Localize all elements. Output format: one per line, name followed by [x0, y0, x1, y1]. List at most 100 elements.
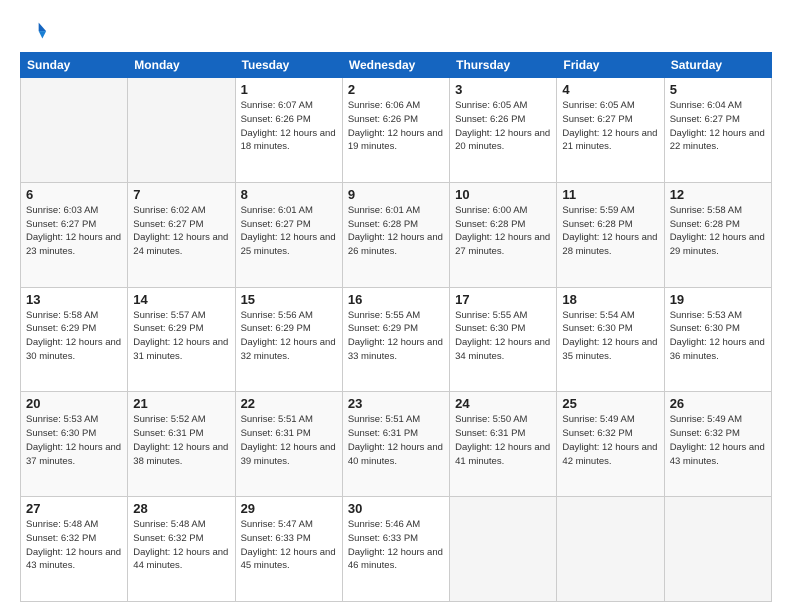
day-number: 1: [241, 82, 337, 97]
day-number: 11: [562, 187, 658, 202]
day-info: Sunrise: 5:48 AMSunset: 6:32 PMDaylight:…: [133, 518, 229, 573]
day-number: 23: [348, 396, 444, 411]
calendar-cell: 25 Sunrise: 5:49 AMSunset: 6:32 PMDaylig…: [557, 392, 664, 497]
calendar-cell: 9 Sunrise: 6:01 AMSunset: 6:28 PMDayligh…: [342, 182, 449, 287]
day-info: Sunrise: 5:52 AMSunset: 6:31 PMDaylight:…: [133, 413, 229, 468]
logo: [20, 18, 52, 46]
page: SundayMondayTuesdayWednesdayThursdayFrid…: [0, 0, 792, 612]
calendar-cell: 12 Sunrise: 5:58 AMSunset: 6:28 PMDaylig…: [664, 182, 771, 287]
day-header-tuesday: Tuesday: [235, 53, 342, 78]
calendar-cell: 2 Sunrise: 6:06 AMSunset: 6:26 PMDayligh…: [342, 78, 449, 183]
day-number: 17: [455, 292, 551, 307]
day-info: Sunrise: 5:56 AMSunset: 6:29 PMDaylight:…: [241, 309, 337, 364]
calendar-cell: 23 Sunrise: 5:51 AMSunset: 6:31 PMDaylig…: [342, 392, 449, 497]
calendar-cell: 22 Sunrise: 5:51 AMSunset: 6:31 PMDaylig…: [235, 392, 342, 497]
calendar-cell: [128, 78, 235, 183]
calendar-cell: [21, 78, 128, 183]
calendar-cell: 11 Sunrise: 5:59 AMSunset: 6:28 PMDaylig…: [557, 182, 664, 287]
day-number: 14: [133, 292, 229, 307]
calendar-cell: 18 Sunrise: 5:54 AMSunset: 6:30 PMDaylig…: [557, 287, 664, 392]
day-info: Sunrise: 5:51 AMSunset: 6:31 PMDaylight:…: [241, 413, 337, 468]
day-info: Sunrise: 5:57 AMSunset: 6:29 PMDaylight:…: [133, 309, 229, 364]
day-info: Sunrise: 6:01 AMSunset: 6:27 PMDaylight:…: [241, 204, 337, 259]
calendar-cell: 24 Sunrise: 5:50 AMSunset: 6:31 PMDaylig…: [450, 392, 557, 497]
calendar-cell: 21 Sunrise: 5:52 AMSunset: 6:31 PMDaylig…: [128, 392, 235, 497]
day-number: 22: [241, 396, 337, 411]
calendar-cell: 30 Sunrise: 5:46 AMSunset: 6:33 PMDaylig…: [342, 497, 449, 602]
day-number: 13: [26, 292, 122, 307]
day-info: Sunrise: 5:59 AMSunset: 6:28 PMDaylight:…: [562, 204, 658, 259]
day-info: Sunrise: 6:04 AMSunset: 6:27 PMDaylight:…: [670, 99, 766, 154]
day-header-wednesday: Wednesday: [342, 53, 449, 78]
day-number: 27: [26, 501, 122, 516]
day-number: 12: [670, 187, 766, 202]
calendar-cell: [664, 497, 771, 602]
day-number: 7: [133, 187, 229, 202]
day-info: Sunrise: 5:48 AMSunset: 6:32 PMDaylight:…: [26, 518, 122, 573]
day-header-thursday: Thursday: [450, 53, 557, 78]
calendar-table: SundayMondayTuesdayWednesdayThursdayFrid…: [20, 52, 772, 602]
day-info: Sunrise: 6:01 AMSunset: 6:28 PMDaylight:…: [348, 204, 444, 259]
calendar-cell: 3 Sunrise: 6:05 AMSunset: 6:26 PMDayligh…: [450, 78, 557, 183]
day-number: 8: [241, 187, 337, 202]
day-number: 29: [241, 501, 337, 516]
calendar-cell: 5 Sunrise: 6:04 AMSunset: 6:27 PMDayligh…: [664, 78, 771, 183]
day-number: 9: [348, 187, 444, 202]
day-info: Sunrise: 6:02 AMSunset: 6:27 PMDaylight:…: [133, 204, 229, 259]
calendar-cell: 14 Sunrise: 5:57 AMSunset: 6:29 PMDaylig…: [128, 287, 235, 392]
day-number: 4: [562, 82, 658, 97]
calendar-cell: 28 Sunrise: 5:48 AMSunset: 6:32 PMDaylig…: [128, 497, 235, 602]
day-header-sunday: Sunday: [21, 53, 128, 78]
calendar-cell: 7 Sunrise: 6:02 AMSunset: 6:27 PMDayligh…: [128, 182, 235, 287]
day-info: Sunrise: 5:49 AMSunset: 6:32 PMDaylight:…: [670, 413, 766, 468]
calendar-cell: 1 Sunrise: 6:07 AMSunset: 6:26 PMDayligh…: [235, 78, 342, 183]
calendar-cell: 17 Sunrise: 5:55 AMSunset: 6:30 PMDaylig…: [450, 287, 557, 392]
day-info: Sunrise: 5:50 AMSunset: 6:31 PMDaylight:…: [455, 413, 551, 468]
day-info: Sunrise: 5:51 AMSunset: 6:31 PMDaylight:…: [348, 413, 444, 468]
day-number: 30: [348, 501, 444, 516]
day-header-friday: Friday: [557, 53, 664, 78]
calendar-cell: 8 Sunrise: 6:01 AMSunset: 6:27 PMDayligh…: [235, 182, 342, 287]
day-header-monday: Monday: [128, 53, 235, 78]
day-info: Sunrise: 6:03 AMSunset: 6:27 PMDaylight:…: [26, 204, 122, 259]
calendar-cell: 26 Sunrise: 5:49 AMSunset: 6:32 PMDaylig…: [664, 392, 771, 497]
day-number: 19: [670, 292, 766, 307]
day-number: 26: [670, 396, 766, 411]
day-info: Sunrise: 5:54 AMSunset: 6:30 PMDaylight:…: [562, 309, 658, 364]
day-info: Sunrise: 5:49 AMSunset: 6:32 PMDaylight:…: [562, 413, 658, 468]
logo-icon: [20, 18, 48, 46]
calendar-cell: [557, 497, 664, 602]
day-number: 24: [455, 396, 551, 411]
day-number: 3: [455, 82, 551, 97]
day-info: Sunrise: 6:00 AMSunset: 6:28 PMDaylight:…: [455, 204, 551, 259]
day-number: 25: [562, 396, 658, 411]
day-number: 16: [348, 292, 444, 307]
calendar-cell: 19 Sunrise: 5:53 AMSunset: 6:30 PMDaylig…: [664, 287, 771, 392]
day-number: 6: [26, 187, 122, 202]
day-number: 2: [348, 82, 444, 97]
day-number: 20: [26, 396, 122, 411]
day-number: 18: [562, 292, 658, 307]
day-info: Sunrise: 6:05 AMSunset: 6:26 PMDaylight:…: [455, 99, 551, 154]
calendar-cell: 27 Sunrise: 5:48 AMSunset: 6:32 PMDaylig…: [21, 497, 128, 602]
day-info: Sunrise: 6:07 AMSunset: 6:26 PMDaylight:…: [241, 99, 337, 154]
calendar-cell: 16 Sunrise: 5:55 AMSunset: 6:29 PMDaylig…: [342, 287, 449, 392]
day-number: 21: [133, 396, 229, 411]
day-info: Sunrise: 5:58 AMSunset: 6:29 PMDaylight:…: [26, 309, 122, 364]
day-number: 15: [241, 292, 337, 307]
day-info: Sunrise: 5:46 AMSunset: 6:33 PMDaylight:…: [348, 518, 444, 573]
day-header-saturday: Saturday: [664, 53, 771, 78]
day-number: 5: [670, 82, 766, 97]
day-info: Sunrise: 6:06 AMSunset: 6:26 PMDaylight:…: [348, 99, 444, 154]
calendar-cell: 20 Sunrise: 5:53 AMSunset: 6:30 PMDaylig…: [21, 392, 128, 497]
calendar-cell: 4 Sunrise: 6:05 AMSunset: 6:27 PMDayligh…: [557, 78, 664, 183]
calendar-cell: 15 Sunrise: 5:56 AMSunset: 6:29 PMDaylig…: [235, 287, 342, 392]
day-info: Sunrise: 5:55 AMSunset: 6:30 PMDaylight:…: [455, 309, 551, 364]
calendar-cell: 6 Sunrise: 6:03 AMSunset: 6:27 PMDayligh…: [21, 182, 128, 287]
calendar-cell: 29 Sunrise: 5:47 AMSunset: 6:33 PMDaylig…: [235, 497, 342, 602]
calendar-cell: [450, 497, 557, 602]
day-info: Sunrise: 6:05 AMSunset: 6:27 PMDaylight:…: [562, 99, 658, 154]
header: [20, 18, 772, 46]
day-info: Sunrise: 5:58 AMSunset: 6:28 PMDaylight:…: [670, 204, 766, 259]
day-info: Sunrise: 5:47 AMSunset: 6:33 PMDaylight:…: [241, 518, 337, 573]
